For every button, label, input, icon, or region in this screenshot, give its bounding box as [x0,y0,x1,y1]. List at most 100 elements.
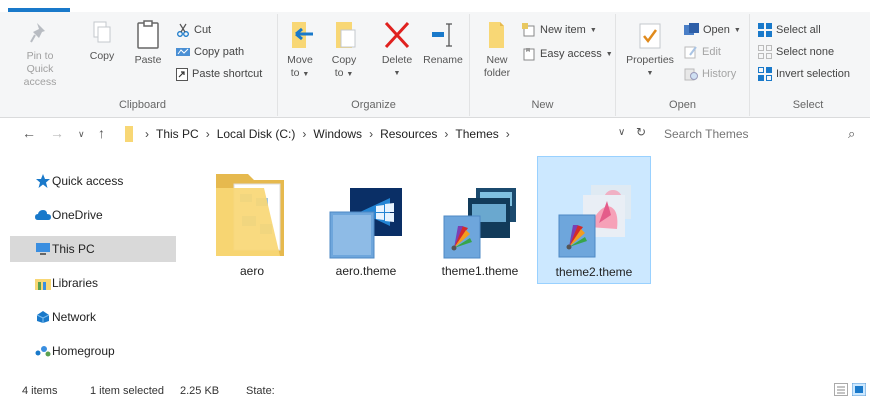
nav-item-quick-access[interactable]: Quick access [10,168,176,194]
invert-selection-button[interactable]: Invert selection [758,64,850,84]
copy-label: Copy [89,50,115,62]
open-group: Properties ▼ Open ▼ Edit History Open [616,14,750,116]
breadcrumb-separator-icon: › [302,127,307,141]
new-folder-icon [489,22,504,48]
chevron-down-icon: ▼ [605,50,613,58]
breadcrumb-item[interactable]: Windows [313,127,362,141]
back-arrow-icon[interactable]: ← [22,125,36,141]
folder-icon [216,174,284,256]
organize-group: Move to ▼ Copy to ▼ Delete ▼ Rename Orga… [278,14,470,116]
delete-button[interactable]: Delete ▼ [378,16,416,80]
up-arrow-icon[interactable]: ↑ [98,125,105,141]
file-item-aero-theme[interactable]: aero.theme [309,158,423,284]
select-all-label: Select all [776,24,821,36]
ribbon-tab-strip [0,0,870,12]
new-folder-button[interactable]: New folder [478,16,516,80]
paste-label: Paste [134,54,162,66]
copy-icon [93,21,111,43]
file-name-label: theme1.theme [441,264,519,278]
copy-path-button[interactable]: Copy path [176,42,244,62]
history-button[interactable]: History [684,64,736,84]
nav-item-label: OneDrive [52,208,103,222]
search-box[interactable]: ⌕ [658,123,870,145]
nav-item-label: Network [52,310,97,324]
copy-path-icon [176,48,190,56]
copy-to-button[interactable]: Copy to ▼ [326,16,362,81]
properties-icon [639,23,661,49]
folder-location-icon [125,126,133,142]
select-all-button[interactable]: Select all [758,20,821,40]
ribbon: Pin to Quick access Copy Paste Cut Copy … [0,0,870,118]
properties-button[interactable]: Properties ▼ [622,16,678,80]
paste-shortcut-button[interactable]: Paste shortcut [176,64,262,84]
windows-theme-icon [329,188,402,259]
address-dropdown-chevron-icon[interactable]: ∨ [618,127,625,138]
cut-button[interactable]: Cut [176,20,211,40]
breadcrumb-item[interactable]: Resources [380,127,437,141]
file-name-label: aero.theme [335,264,397,278]
file-item-aero[interactable]: aero [195,158,309,284]
search-input[interactable] [664,127,844,141]
organize-group-label: Organize [351,99,396,111]
chevron-down-icon: ▼ [302,71,310,78]
refresh-icon[interactable]: ↻ [636,125,646,139]
open-group-label: Open [669,99,696,111]
copy-to-label-line1: Copy [331,54,357,66]
select-none-label: Select none [776,46,835,58]
computer-icon [36,243,50,255]
nav-item-network[interactable]: Network [10,304,176,330]
file-item-theme1[interactable]: theme1.theme [423,158,537,284]
easy-access-button[interactable]: Easy access ▼ [522,44,613,64]
details-view-icon[interactable] [834,383,848,396]
forward-arrow-icon[interactable]: → [50,125,64,141]
nav-item-this-pc[interactable]: This PC [10,236,176,262]
easy-access-icon [523,48,535,61]
address-bar: ← → ∨ ↑ › This PC › Local Disk (C:) › Wi… [0,119,870,149]
edit-label: Edit [702,46,721,58]
chevron-down-icon: ▼ [393,70,401,77]
file-list-pane: aero aero.theme theme1.theme theme2.them… [180,150,870,380]
copy-path-label: Copy path [194,46,245,58]
search-icon[interactable]: ⌕ [848,126,855,142]
nav-item-homegroup[interactable]: Homegroup [10,338,176,364]
copy-button[interactable]: Copy [86,16,118,63]
move-to-button[interactable]: Move to ▼ [282,16,318,81]
new-item-button[interactable]: New item ▼ [522,20,597,40]
selection-count: 1 item selected [90,385,164,397]
theme-file-icon [443,188,516,259]
breadcrumb-item[interactable]: Themes [455,127,498,141]
breadcrumb[interactable]: › This PC › Local Disk (C:) › Windows › … [118,123,638,145]
file-item-theme2[interactable]: theme2.theme [537,156,651,284]
open-icon [684,23,699,35]
rename-button[interactable]: Rename [420,16,466,67]
open-button[interactable]: Open ▼ [684,20,741,40]
breadcrumb-separator-icon: › [205,127,210,141]
edit-icon [684,46,697,59]
breadcrumb-separator-icon: › [444,127,449,141]
status-bar: 4 items 1 item selected 2.25 KB State: [0,380,870,400]
breadcrumb-item[interactable]: Local Disk (C:) [217,127,296,141]
nav-item-onedrive[interactable]: OneDrive [10,202,176,228]
select-none-button[interactable]: Select none [758,42,834,62]
move-to-icon [292,22,313,48]
nav-item-libraries[interactable]: Libraries [10,270,176,296]
invert-selection-label: Invert selection [776,68,850,80]
select-all-icon [758,23,772,37]
paste-button[interactable]: Paste [130,16,166,67]
network-icon [36,311,50,323]
new-group: New folder New item ▼ Easy access ▼ New [470,14,616,116]
large-icons-view-icon[interactable] [852,383,866,396]
new-item-icon [522,23,535,37]
breadcrumb-separator-icon: › [505,127,510,141]
delete-x-icon [384,21,410,49]
move-to-label-line1: Move [287,54,313,66]
theme-file-icon [558,185,631,258]
breadcrumb-item[interactable]: This PC [156,127,199,141]
edit-button[interactable]: Edit [684,42,721,62]
recent-locations-chevron-icon[interactable]: ∨ [78,129,85,140]
chevron-down-icon: ▼ [589,26,597,34]
history-icon [684,68,698,81]
item-count: 4 items [22,385,58,397]
pin-to-quick-access-button[interactable]: Pin to Quick access [14,16,66,89]
copy-to-label-word: to [334,67,344,79]
